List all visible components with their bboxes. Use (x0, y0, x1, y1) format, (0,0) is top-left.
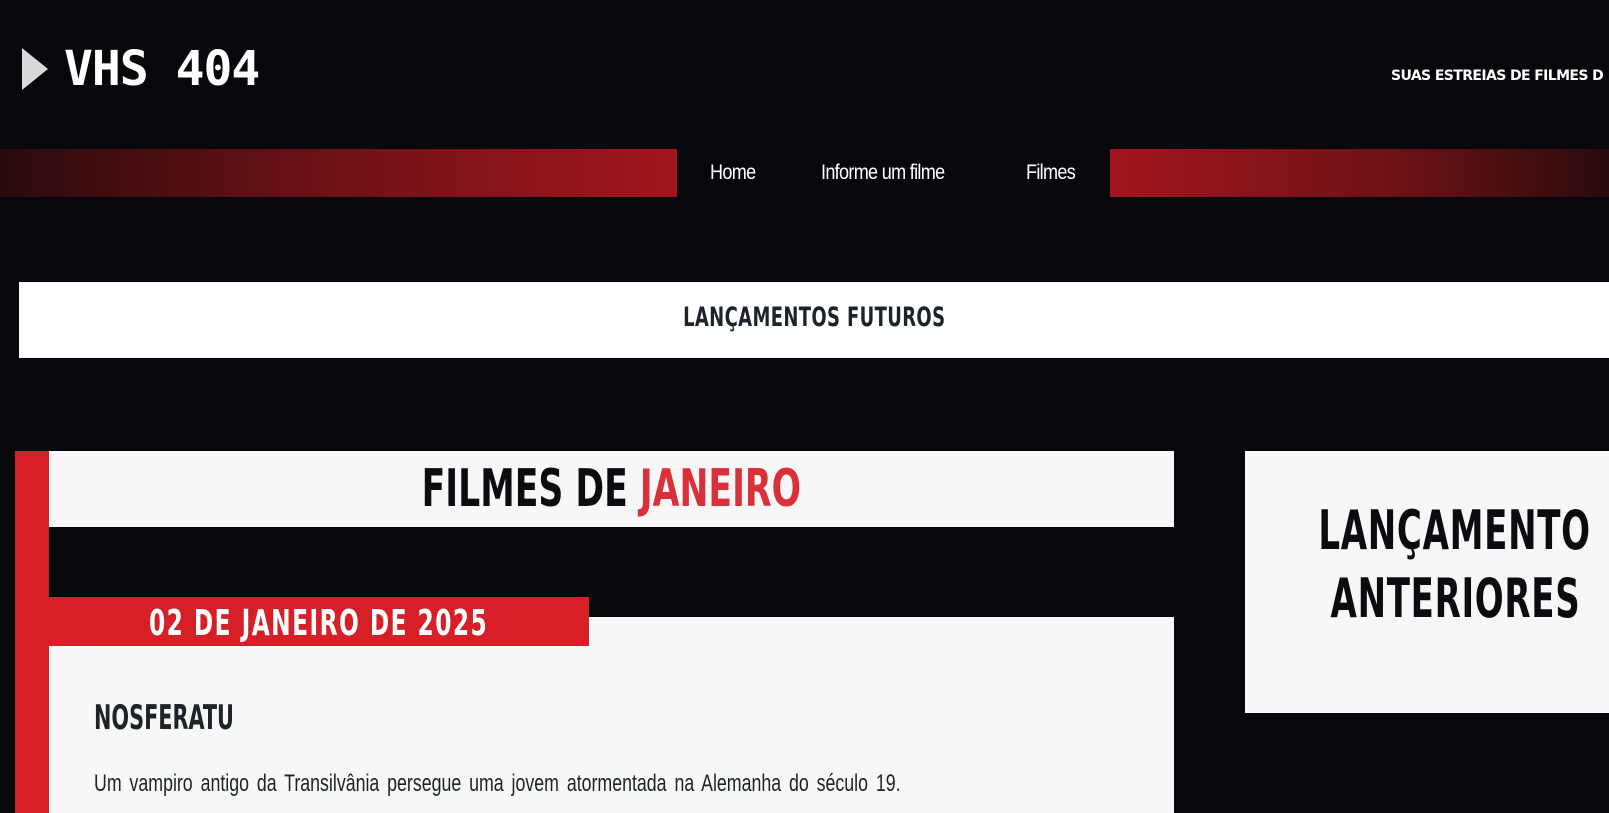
month-accent-stripe (15, 451, 49, 813)
page: VHS 404 SUAS ESTREIAS DE FILMES D Home I… (0, 0, 1609, 813)
previous-releases-title-line1: LANÇAMENTO (1318, 499, 1592, 562)
site-tagline: SUAS ESTREIAS DE FILMES D (1391, 68, 1604, 84)
release-date-tab: 02 DE JANEIRO DE 2025 (49, 597, 589, 646)
section-title-text: LANÇAMENTOS FUTUROS (682, 302, 946, 333)
logo-text: VHS 404 (64, 41, 260, 97)
movie-description: Um vampiro antigo da Transilvânia perseg… (94, 770, 901, 797)
nav-link-filmes[interactable]: Filmes (1026, 161, 1076, 185)
nav-link-informe-um-filme[interactable]: Informe um filme (821, 161, 945, 185)
release-date-text: 02 DE JANEIRO DE 2025 (149, 603, 489, 644)
section-title: LANÇAMENTOS FUTUROS (19, 302, 1609, 333)
month-title-name: JANEIRO (639, 459, 802, 519)
month-title: FILMES DE JANEIRO (49, 457, 1174, 521)
previous-releases-title: LANÇAMENTO ANTERIORES (1245, 497, 1609, 633)
nav-decor-right (1110, 149, 1609, 197)
nav-decor-left (0, 149, 677, 197)
nav-link-home[interactable]: Home (710, 161, 756, 185)
previous-releases-card[interactable]: LANÇAMENTO ANTERIORES (1245, 451, 1609, 713)
previous-releases-title-line2: ANTERIORES (1330, 567, 1580, 630)
month-title-prefix: FILMES DE (421, 459, 628, 519)
main-nav: Home Informe um filme Filmes (677, 149, 1110, 197)
month-header: FILMES DE JANEIRO (49, 451, 1174, 527)
section-banner: LANÇAMENTOS FUTUROS (19, 282, 1609, 358)
site-logo[interactable]: VHS 404 (22, 41, 260, 97)
movie-title[interactable]: NOSFERATU (94, 698, 234, 738)
release-date: 02 DE JANEIRO DE 2025 (49, 603, 589, 644)
play-icon (22, 48, 48, 90)
